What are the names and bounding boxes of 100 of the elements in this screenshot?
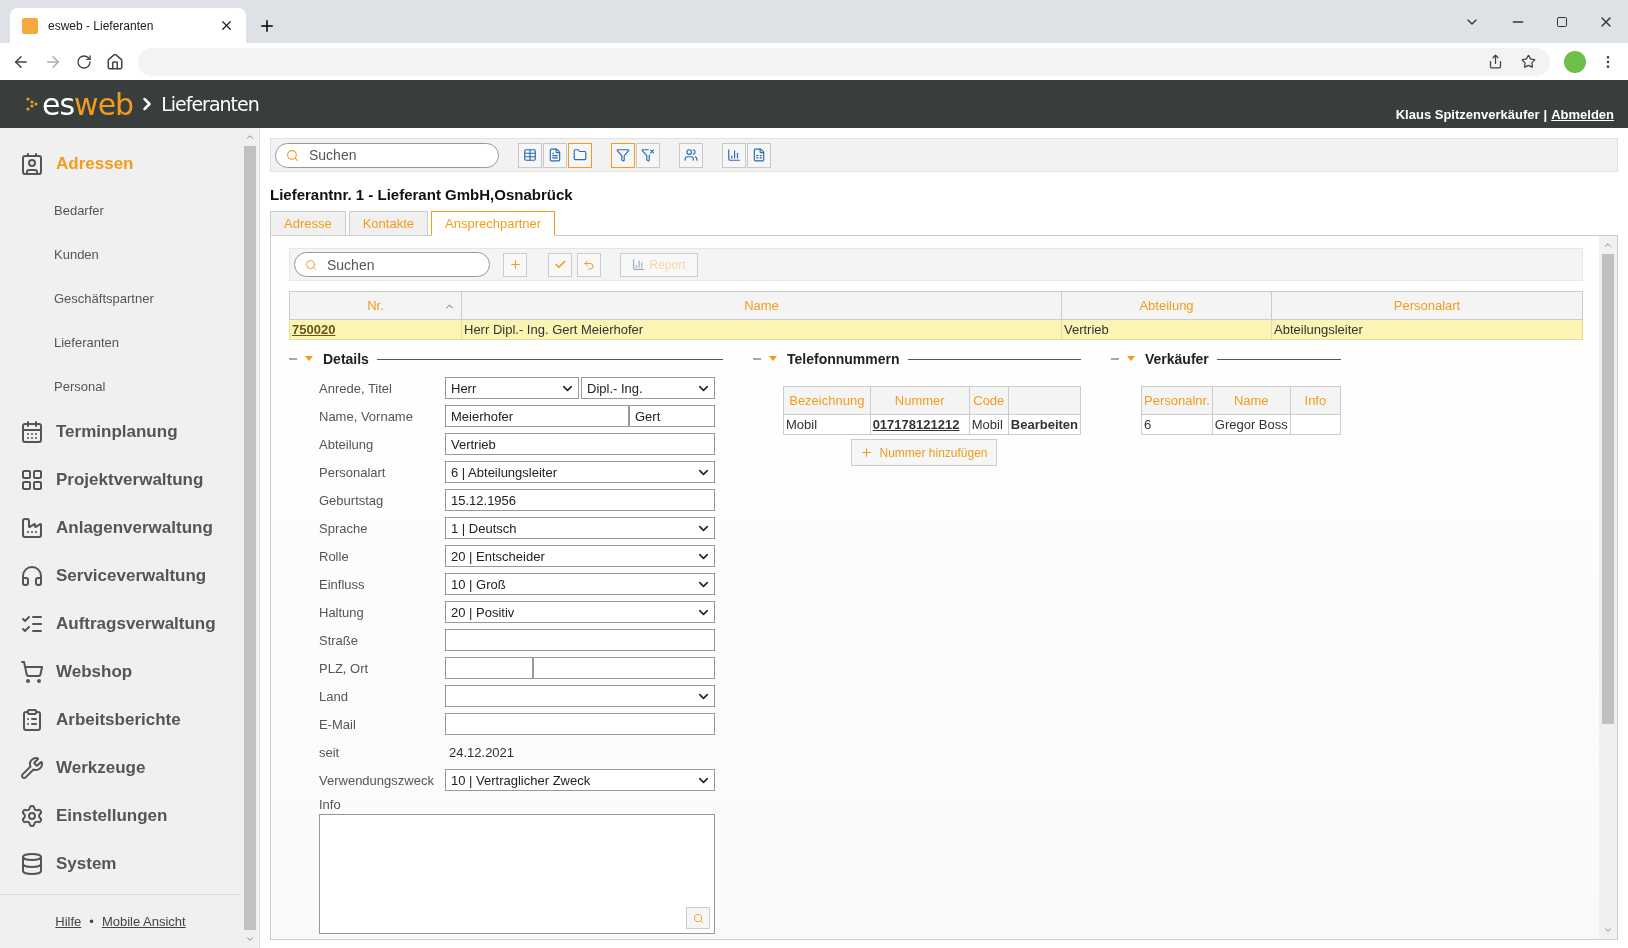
nav-item[interactable]: Anlagenverwaltung bbox=[0, 504, 241, 552]
select-field[interactable]: 6 | Abteilungsleiter bbox=[445, 461, 715, 483]
page-title: Lieferantnr. 1 - Lieferant GmbH,Osnabrück bbox=[270, 186, 574, 203]
table-icon bbox=[523, 148, 537, 162]
select-field[interactable]: 20 | Positiv bbox=[445, 601, 715, 623]
input-field[interactable] bbox=[445, 657, 533, 679]
search-button[interactable] bbox=[686, 907, 710, 929]
record-link[interactable]: 750020 bbox=[292, 322, 336, 337]
plus-icon bbox=[860, 446, 874, 459]
field-label: Personalart bbox=[319, 464, 387, 480]
search-icon bbox=[305, 258, 317, 271]
browser-tab[interactable]: esweb - Lieferanten bbox=[10, 8, 246, 43]
section-title: Details bbox=[323, 351, 369, 367]
section-title: Verkäufer bbox=[1145, 351, 1209, 367]
nav-subitem[interactable]: Bedarfer bbox=[0, 188, 241, 232]
profile-avatar[interactable] bbox=[1564, 50, 1586, 73]
plus-icon bbox=[508, 258, 522, 271]
nav-item[interactable]: Arbeitsberichte bbox=[0, 696, 241, 744]
grid-chart-icon bbox=[20, 468, 44, 492]
nav-item[interactable]: Werkzeuge bbox=[0, 744, 241, 792]
collapse-icon[interactable] bbox=[1111, 355, 1137, 363]
nav-item[interactable]: Einstellungen bbox=[0, 792, 241, 840]
database-icon bbox=[20, 852, 44, 876]
toolbar-button[interactable] bbox=[747, 142, 771, 168]
toolbar-button[interactable] bbox=[679, 142, 703, 168]
select-field[interactable]: 10 | Groß bbox=[445, 573, 715, 595]
input-field[interactable] bbox=[445, 629, 715, 651]
nav-item[interactable]: Serviceverwaltung bbox=[0, 552, 241, 600]
date-text: 24.12.2021 bbox=[448, 744, 515, 760]
column-header: Bezeichnung bbox=[783, 386, 871, 415]
calendar-icon bbox=[20, 420, 44, 444]
field-label: Info bbox=[319, 797, 342, 812]
collapse-icon[interactable] bbox=[753, 355, 779, 363]
undo-icon bbox=[583, 258, 595, 271]
scroll-down-icon[interactable] bbox=[1603, 925, 1613, 935]
nav-item[interactable]: System bbox=[0, 840, 241, 888]
logout-link[interactable]: Abmelden bbox=[1551, 107, 1614, 122]
input-field[interactable]: Gert bbox=[629, 405, 715, 427]
select-field[interactable]: Herr bbox=[445, 377, 579, 399]
save-button[interactable] bbox=[548, 252, 572, 277]
toolbar-button[interactable] bbox=[568, 142, 592, 168]
input-field[interactable] bbox=[445, 713, 715, 735]
scroll-up-icon[interactable] bbox=[1603, 240, 1613, 250]
add-button[interactable] bbox=[503, 252, 527, 277]
table-cell: Mobil bbox=[783, 414, 871, 435]
search-field[interactable]: Suchen bbox=[294, 252, 490, 277]
share-icon[interactable] bbox=[1488, 54, 1503, 69]
input-field[interactable] bbox=[533, 657, 715, 679]
scroll-down-icon[interactable] bbox=[245, 934, 255, 944]
toolbar-button[interactable] bbox=[543, 142, 567, 168]
info-textarea[interactable] bbox=[319, 814, 715, 934]
collapse-icon[interactable] bbox=[289, 355, 315, 363]
nav-subitem[interactable]: Lieferanten bbox=[0, 320, 241, 364]
field-label: PLZ, Ort bbox=[319, 660, 370, 676]
select-field[interactable] bbox=[445, 685, 715, 707]
close-icon[interactable] bbox=[219, 18, 234, 33]
nav-item[interactable]: Projektverwaltung bbox=[0, 456, 241, 504]
new-tab-icon[interactable] bbox=[258, 17, 276, 35]
clipboard-icon bbox=[20, 708, 44, 732]
nav-subitem[interactable]: Kunden bbox=[0, 232, 241, 276]
mobile-view-link[interactable]: Mobile Ansicht bbox=[101, 914, 186, 929]
select-field[interactable]: 10 | Vertraglicher Zweck bbox=[445, 769, 715, 791]
address-field[interactable] bbox=[138, 47, 1550, 76]
search-field[interactable]: Suchen bbox=[275, 142, 499, 168]
logo-text: esweb bbox=[42, 86, 134, 122]
headset-icon bbox=[20, 564, 44, 588]
nav-item[interactable]: Webshop bbox=[0, 648, 241, 696]
bookmark-star-icon[interactable] bbox=[1521, 54, 1536, 69]
input-field[interactable]: Vertrieb bbox=[445, 433, 715, 455]
input-field[interactable]: Meierhofer bbox=[445, 405, 629, 427]
scroll-up-icon[interactable] bbox=[245, 132, 255, 142]
scrollbar[interactable] bbox=[1599, 236, 1617, 939]
nav-subitem[interactable]: Personal bbox=[0, 364, 241, 408]
user-name: Klaus Spitzenverkäufer bbox=[1395, 107, 1540, 122]
toolbar-button[interactable] bbox=[722, 142, 746, 168]
input-field[interactable]: 15.12.1956 bbox=[445, 489, 715, 511]
undo-button[interactable] bbox=[577, 252, 601, 277]
tools-icon bbox=[20, 756, 44, 780]
toolbar-button[interactable] bbox=[518, 142, 542, 168]
nav-item[interactable]: Terminplanung bbox=[0, 408, 241, 456]
select-field[interactable]: 1 | Deutsch bbox=[445, 517, 715, 539]
home-icon[interactable] bbox=[106, 52, 124, 71]
select-field[interactable]: 20 | Entscheider bbox=[445, 545, 715, 567]
toolbar-button[interactable] bbox=[636, 142, 660, 168]
spreadsheet-icon bbox=[752, 148, 766, 162]
help-link[interactable]: Hilfe bbox=[55, 914, 82, 929]
toolbar-button[interactable] bbox=[611, 142, 635, 168]
select-field[interactable]: Dipl.- Ing. bbox=[581, 377, 715, 399]
maximize-icon[interactable] bbox=[1556, 15, 1568, 28]
column-header: Name bbox=[1212, 386, 1291, 415]
reload-icon[interactable] bbox=[76, 53, 92, 70]
cart-icon bbox=[20, 660, 44, 684]
table-row[interactable]: 750020 Herr Dipl.- Ing. Gert Meierhofer Vertrieb Abteilungsleiter bbox=[289, 319, 1583, 340]
tab-title: esweb - Lieferanten bbox=[48, 18, 154, 33]
nav-subitem[interactable]: Geschäftspartner bbox=[0, 276, 241, 320]
phone-link[interactable]: 017178121212 bbox=[872, 417, 960, 432]
filter-icon bbox=[616, 148, 630, 162]
contact-card-icon bbox=[20, 152, 44, 176]
nav-item[interactable]: Auftragsverwaltung bbox=[0, 600, 241, 648]
favicon-icon bbox=[22, 17, 38, 34]
